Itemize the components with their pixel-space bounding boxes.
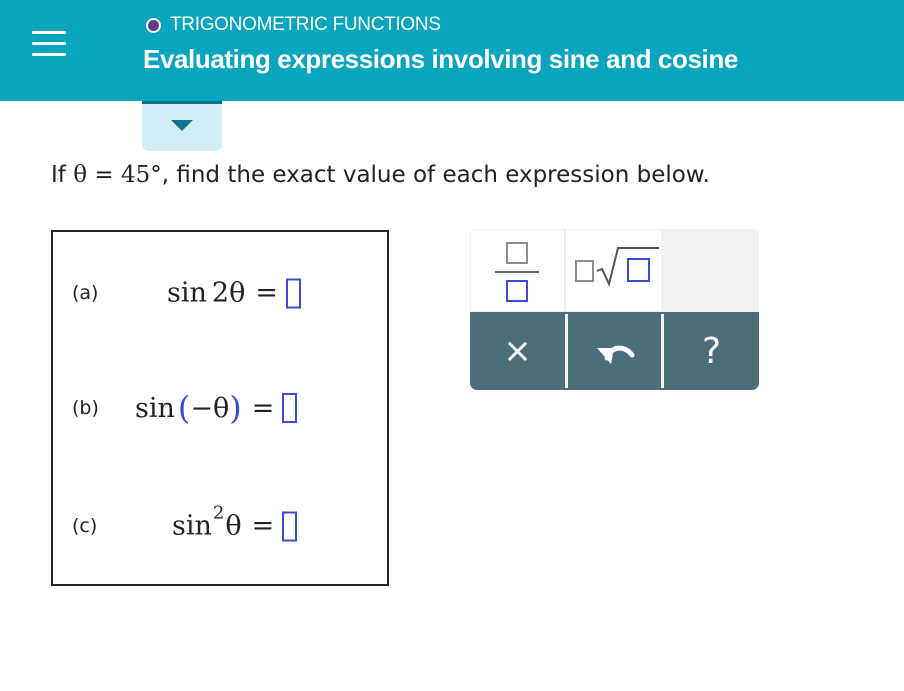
question-prompt: If θ = 45°, find the exact value of each… <box>51 162 710 188</box>
part-c-answer-input[interactable] <box>282 511 298 541</box>
menu-icon[interactable] <box>24 20 70 66</box>
top-header: TRIGONOMETRIC FUNCTIONS Evaluating expre… <box>0 0 904 101</box>
fraction-icon <box>495 242 539 302</box>
part-b-equals: = <box>251 392 275 424</box>
part-c-label: (c) <box>72 515 98 537</box>
help-icon: ? <box>701 330 722 372</box>
part-b-expression: sin ( −θ ) = <box>135 389 298 427</box>
answer-panel: (a) sin 2θ = (b) sin ( −θ ) = (c) sin 2 … <box>51 230 389 586</box>
part-b-open-paren: ( <box>177 389 191 427</box>
part-a-arg: 2θ <box>211 277 246 309</box>
part-c-power: 2 <box>212 502 225 524</box>
part-c-expression: sin 2 θ = <box>172 503 298 542</box>
part-b-arg: −θ <box>190 392 230 424</box>
clear-button[interactable]: × <box>470 312 565 390</box>
fraction-button[interactable] <box>471 230 564 311</box>
nth-root-button[interactable] <box>566 230 661 311</box>
topic-status-dot-icon <box>146 17 161 33</box>
question-suffix: , find the exact value of each expressio… <box>161 162 710 188</box>
part-b-func: sin <box>135 392 175 424</box>
part-a-func: sin <box>167 277 207 309</box>
topic-category: TRIGONOMETRIC FUNCTIONS <box>170 14 441 35</box>
question-theta: θ <box>73 162 88 188</box>
part-c-row: (c) sin 2 θ = <box>53 496 387 556</box>
undo-icon <box>596 345 634 364</box>
help-button[interactable]: ? <box>664 312 759 390</box>
nth-root-icon <box>575 247 659 287</box>
part-a-equals: = <box>255 277 278 309</box>
part-a-answer-input[interactable] <box>285 278 301 308</box>
action-bar: × ? <box>470 312 759 390</box>
math-toolbar: × ? <box>470 229 759 390</box>
part-c-func: sin <box>172 510 212 542</box>
part-a-row: (a) sin 2θ = <box>53 263 387 323</box>
header-toggle-button[interactable] <box>142 101 222 151</box>
part-b-close-paren: ) <box>229 389 242 427</box>
clear-icon: × <box>503 331 532 371</box>
caret-down-icon <box>171 120 193 131</box>
part-b-answer-input[interactable] <box>282 393 298 423</box>
question-prefix: If <box>51 162 66 188</box>
page-title: Evaluating expressions involving sine an… <box>143 44 738 74</box>
question-angle: 45° <box>120 162 162 188</box>
part-a-label: (a) <box>72 282 99 304</box>
part-b-row: (b) sin ( −θ ) = <box>53 378 387 438</box>
topic-breadcrumb: TRIGONOMETRIC FUNCTIONS <box>146 14 441 36</box>
question-equals: = <box>94 162 114 188</box>
part-a-expression: sin 2θ = <box>167 278 301 309</box>
template-palette <box>470 229 759 312</box>
undo-button[interactable] <box>568 312 661 390</box>
part-c-arg: θ <box>225 510 242 542</box>
part-b-label: (b) <box>72 397 99 419</box>
part-c-equals: = <box>251 510 275 542</box>
